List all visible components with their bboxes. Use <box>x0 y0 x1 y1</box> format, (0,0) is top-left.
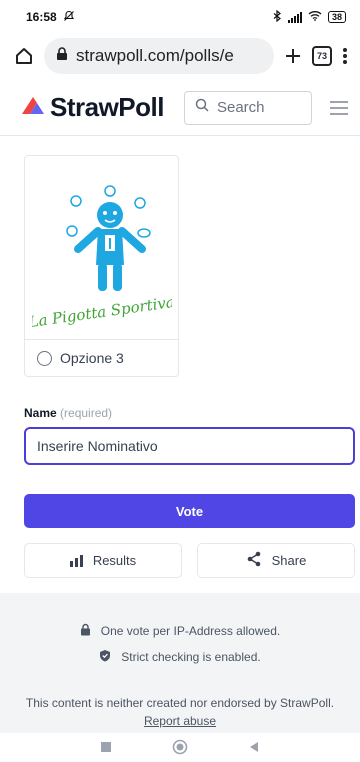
share-icon <box>246 551 262 570</box>
logo-text: StrawPoll <box>50 92 164 122</box>
status-bar: 16:58 38 <box>0 0 360 34</box>
poll-option-card[interactable]: La Pigotta Sportiva Opzione 3 <box>24 155 179 377</box>
name-field-label: Name (required) <box>24 406 112 420</box>
pigotta-doll-logo: La Pigotta Sportiva <box>32 185 172 330</box>
results-label: Results <box>92 553 137 568</box>
search-input[interactable]: Search <box>183 90 312 125</box>
signal-icon <box>287 11 302 23</box>
bluetooth-icon <box>273 9 282 25</box>
more-vertical-icon[interactable] <box>342 47 348 65</box>
status-left: 16:58 <box>26 10 75 25</box>
name-required-hint: (required) <box>60 406 113 420</box>
option-radio[interactable] <box>37 350 52 366</box>
battery-icon: 38 <box>327 11 346 23</box>
status-time: 16:58 <box>26 10 57 24</box>
lock-icon <box>56 46 68 66</box>
bar-chart-icon <box>69 554 83 567</box>
report-abuse-link[interactable]: Report abuse <box>0 714 360 728</box>
tab-switcher-button[interactable]: 73 <box>312 46 332 66</box>
strawpoll-logo[interactable]: StrawPoll <box>20 92 164 123</box>
home-circle-icon[interactable] <box>172 739 188 760</box>
disclaimer-text: This content is neither created nor endo… <box>25 696 335 710</box>
status-right: 38 <box>273 9 346 25</box>
menu-icon[interactable] <box>330 100 348 115</box>
recent-apps-icon[interactable] <box>100 740 112 758</box>
strict-notice: Strict checking is enabled. <box>0 649 360 665</box>
browser-toolbar: strawpoll.com/polls/e 73 <box>0 34 360 78</box>
poll-footer: One vote per IP-Address allowed. Strict … <box>0 593 360 733</box>
search-icon <box>195 98 209 117</box>
option-image: La Pigotta Sportiva <box>25 156 178 340</box>
strict-notice-text: Strict checking is enabled. <box>121 650 261 664</box>
site-header: StrawPoll Search <box>0 80 360 136</box>
name-input[interactable]: Inserire Nominativo <box>24 427 355 465</box>
option-row[interactable]: Opzione 3 <box>25 340 178 376</box>
shield-check-icon <box>99 649 111 665</box>
option-label: Opzione 3 <box>60 350 124 366</box>
search-placeholder: Search <box>216 99 265 116</box>
home-icon[interactable] <box>14 46 34 66</box>
share-button[interactable]: Share <box>197 543 355 578</box>
notification-muted-icon <box>63 10 75 25</box>
url-text: strawpoll.com/polls/e <box>76 46 234 65</box>
new-tab-plus-icon[interactable] <box>284 47 302 65</box>
back-triangle-icon[interactable] <box>248 740 260 758</box>
name-label-text: Name <box>24 406 57 420</box>
share-label: Share <box>271 553 307 568</box>
system-nav-bar <box>0 736 360 762</box>
wifi-icon <box>308 10 322 24</box>
strawpoll-logo-icon <box>20 94 46 121</box>
ip-notice: One vote per IP-Address allowed. <box>0 623 360 639</box>
address-bar[interactable]: strawpoll.com/polls/e <box>44 38 274 74</box>
ip-notice-text: One vote per IP-Address allowed. <box>100 624 281 638</box>
option-image-caption: La Pigotta Sportiva <box>32 293 172 330</box>
results-button[interactable]: Results <box>24 543 182 578</box>
vote-button[interactable]: Vote <box>24 494 355 528</box>
lock-icon <box>80 623 91 639</box>
